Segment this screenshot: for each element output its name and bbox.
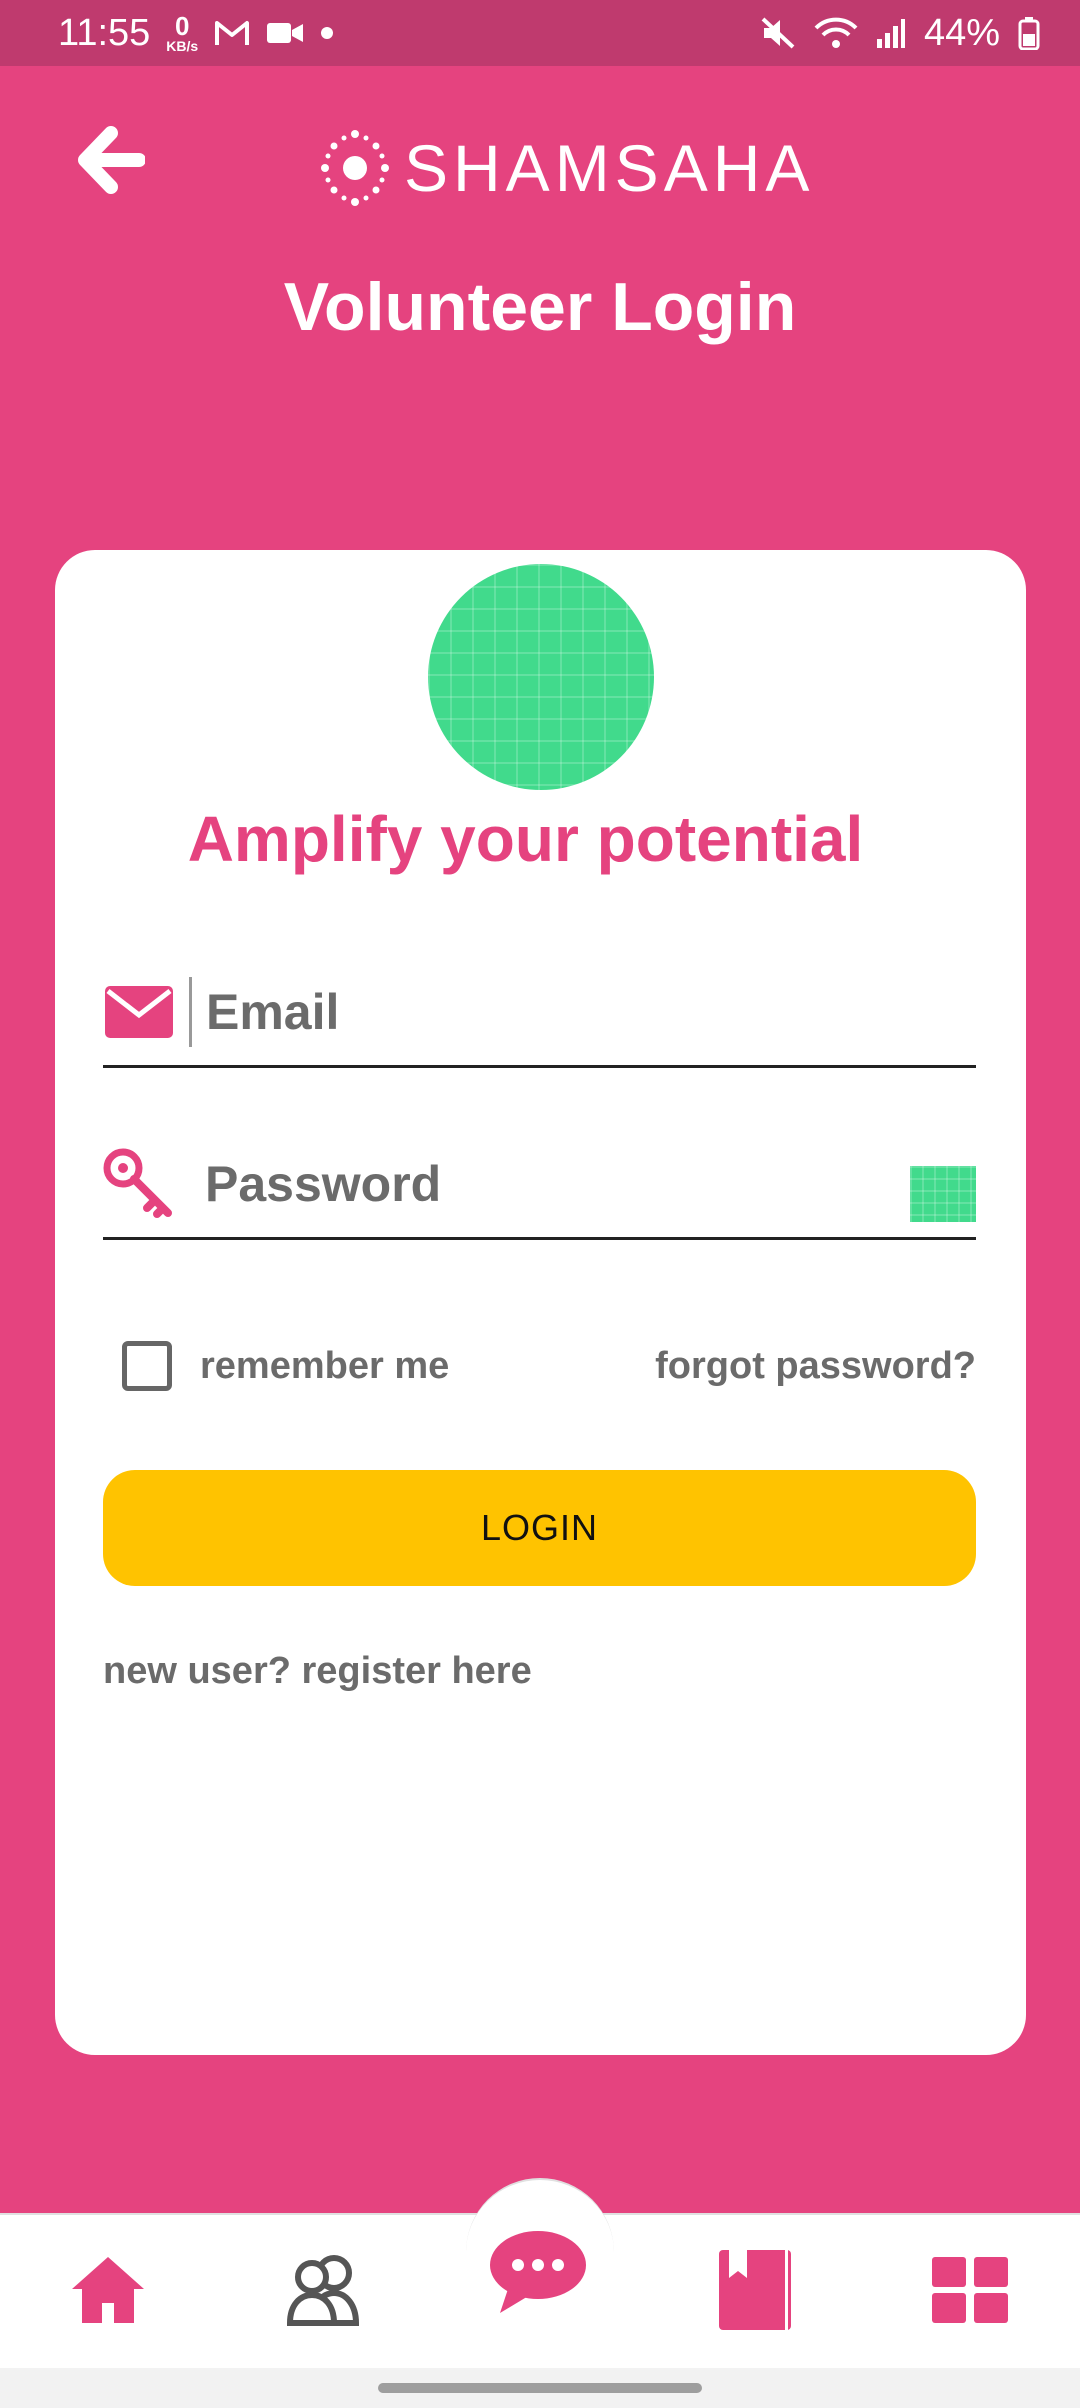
login-button[interactable]: LOGIN <box>103 1470 976 1586</box>
status-right: 44% <box>760 12 1040 55</box>
remember-label: remember me <box>200 1344 450 1387</box>
grid-icon <box>932 2257 1008 2323</box>
avatar-image <box>428 564 654 790</box>
status-left: 11:55 0 KB/s <box>58 12 334 55</box>
battery-percent: 44% <box>923 11 1000 54</box>
gmail-icon <box>214 19 250 47</box>
remember-me[interactable]: remember me <box>122 1341 449 1391</box>
sun-logo-icon <box>321 130 389 206</box>
wifi-icon <box>814 16 858 50</box>
nav-book[interactable] <box>705 2240 805 2340</box>
back-button[interactable] <box>70 120 150 200</box>
field-divider <box>189 976 192 1047</box>
nav-community[interactable] <box>274 2240 374 2340</box>
page-title: Volunteer Login <box>283 269 797 345</box>
net-speed-unit: KB/s <box>166 38 199 54</box>
brand-name: SHAMSAHA <box>404 131 815 205</box>
email-field[interactable]: Email <box>103 958 976 1068</box>
status-bar: 11:55 0 KB/s 44% <box>0 0 1080 66</box>
password-placeholder: Password <box>205 1155 442 1212</box>
nav-chat[interactable] <box>488 2222 588 2322</box>
mute-icon <box>760 16 796 50</box>
tagline: Amplify your potential <box>187 803 864 875</box>
brand-logo: SHAMSAHA <box>320 126 814 210</box>
net-speed-value: 0 <box>175 11 190 41</box>
book-icon <box>719 2250 791 2330</box>
home-icon <box>72 2257 144 2323</box>
remember-checkbox[interactable] <box>122 1341 172 1391</box>
key-icon <box>103 1148 175 1218</box>
envelope-icon <box>103 982 175 1042</box>
nav-grid[interactable] <box>920 2240 1020 2340</box>
arrow-left-icon <box>78 126 145 194</box>
password-visibility-toggle[interactable] <box>910 1166 976 1222</box>
gesture-handle[interactable] <box>378 2383 702 2393</box>
register-link[interactable]: new user? register here <box>103 1650 532 1693</box>
forgot-password-link[interactable]: forgot password? <box>655 1345 976 1388</box>
chat-icon <box>490 2231 586 2313</box>
login-card: Amplify your potential Email Password re… <box>55 550 1026 2055</box>
nav-home[interactable] <box>58 2240 158 2340</box>
dot-icon <box>320 26 334 40</box>
password-field[interactable]: Password <box>103 1130 976 1240</box>
battery-icon <box>1018 16 1040 50</box>
video-icon <box>266 20 304 46</box>
signal-icon <box>876 17 906 49</box>
community-icon <box>286 2255 360 2326</box>
remember-row: remember me forgot password? <box>122 1326 976 1406</box>
status-time: 11:55 <box>58 11 151 54</box>
net-speed: 0 KB/s <box>166 13 198 53</box>
email-placeholder: Email <box>206 983 340 1040</box>
